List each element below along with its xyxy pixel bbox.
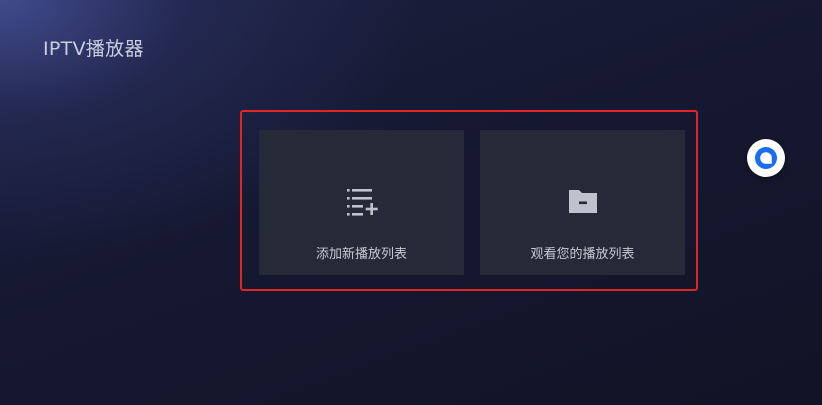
floating-assistant-button[interactable] [747,139,785,177]
playlist-add-icon [346,189,378,216]
app-window: IPTV播放器 添加新播放列表 观看您的播放列表 [0,0,822,405]
folder-icon [568,190,597,213]
chat-bubble-icon [755,147,777,169]
view-playlists-label: 观看您的播放列表 [530,247,635,262]
add-playlist-button[interactable]: 添加新播放列表 [259,130,464,275]
add-playlist-label: 添加新播放列表 [315,247,407,262]
app-title: IPTV播放器 [43,38,144,60]
view-playlists-button[interactable]: 观看您的播放列表 [480,130,685,275]
